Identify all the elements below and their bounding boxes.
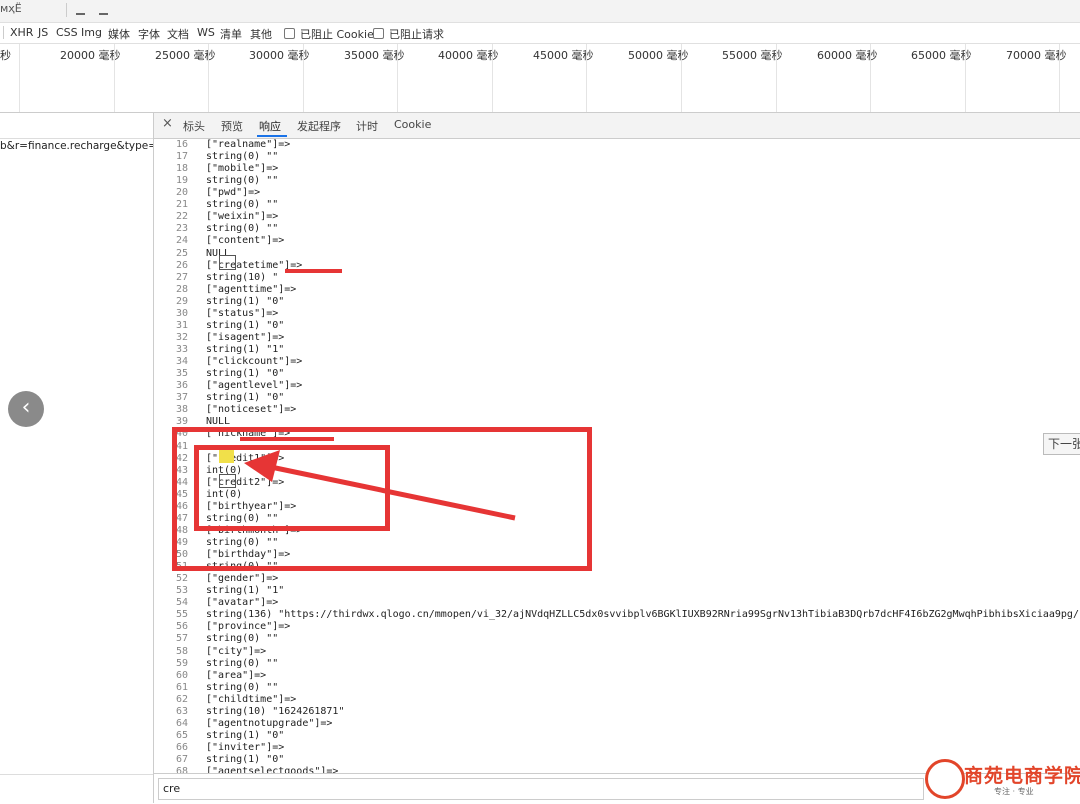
logo-emblem-icon (925, 759, 965, 799)
arrow-shaft (265, 463, 516, 521)
next-image-button[interactable]: 下一张 (1043, 433, 1080, 455)
search-input[interactable]: cre (158, 778, 924, 800)
logo-name: 商苑电商学院 (964, 765, 1080, 787)
logo-slogan: 专注 · 专业 (994, 787, 1034, 796)
annotation-arrow (244, 450, 516, 521)
arrow-head (244, 450, 280, 482)
watermark-logo: 商苑电商学院 专注 · 专业 (922, 757, 1080, 803)
